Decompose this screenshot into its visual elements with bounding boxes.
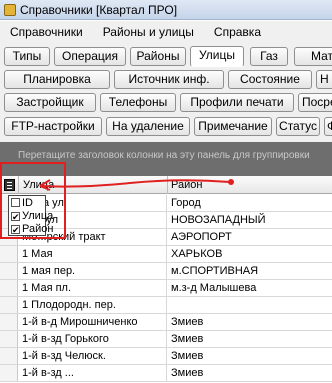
group-by-hint: Перетащите заголовок колонки на эту пане… xyxy=(18,150,310,161)
btn-intermediary-partial[interactable]: Посре xyxy=(298,93,332,112)
checkbox-district[interactable]: ✔ xyxy=(11,225,20,235)
district-cell: Змиев xyxy=(171,316,204,328)
district-cell: Змиев xyxy=(171,367,204,379)
column-header-district[interactable]: Район xyxy=(168,176,332,194)
street-cell: 1 мая пер. xyxy=(20,263,167,279)
grid-header: Улица Район xyxy=(0,176,332,194)
btn-info-source[interactable]: Источник инф. xyxy=(114,70,224,89)
street-cell: 1 Мая пл. xyxy=(20,280,167,296)
street-cell: 1 Плодородн. пер. xyxy=(20,297,167,313)
street-cell: 1-й в-зд Горького xyxy=(20,331,167,347)
district-cell: ХАРЬКОВ xyxy=(171,248,223,260)
column-option-street[interactable]: ✔ Улица xyxy=(11,210,53,223)
btn-f-partial[interactable]: Ф xyxy=(324,117,332,136)
table-row[interactable]: 1-й в-зд ... Змиев xyxy=(0,365,332,382)
btn-phones[interactable]: Телефоны xyxy=(100,93,176,112)
menu-spravochniki[interactable]: Справочники xyxy=(0,25,93,39)
btn-status[interactable]: Статус xyxy=(276,117,320,136)
btn-layout[interactable]: Планировка xyxy=(4,70,110,89)
streets-grid: Улица Район ...ова улГород ...на улНОВОЗ… xyxy=(0,176,332,383)
column-option-id[interactable]: ID xyxy=(11,197,33,210)
app-icon xyxy=(4,3,16,16)
district-cell: Змиев xyxy=(171,350,204,362)
tab-gas[interactable]: Газ xyxy=(250,47,288,66)
column-header-street[interactable]: Улица xyxy=(20,176,168,194)
street-cell: 1-й в-зд Челюск. xyxy=(20,348,167,364)
btn-n-partial[interactable]: Н xyxy=(316,70,332,89)
district-cell xyxy=(168,297,332,313)
btn-ftp-settings[interactable]: FTP-настройки xyxy=(4,117,102,136)
menu-bar: Справочники Районы и улицы Справка xyxy=(0,21,332,42)
district-cell: м.з-д Малышева xyxy=(171,282,257,294)
column-chooser-popup: ID ✔ Улица ✔ Район xyxy=(8,195,53,236)
table-row[interactable]: 1 Плодородн. пер. xyxy=(0,297,332,314)
menu-rayony-i-ulitsy[interactable]: Районы и улицы xyxy=(93,25,204,39)
checkbox-street[interactable]: ✔ xyxy=(11,212,20,222)
tab-material[interactable]: Мат xyxy=(294,47,332,66)
street-cell: 1 Мая xyxy=(20,246,167,262)
btn-developer[interactable]: Застройщик xyxy=(4,93,96,112)
table-row[interactable]: 1-й в-зд Челюск. Змиев xyxy=(0,348,332,365)
menu-spravka[interactable]: Справка xyxy=(204,25,271,39)
title-bar: Справочники [Квартал ПРО] xyxy=(0,0,332,20)
table-row[interactable]: 1 Мая ХАРЬКОВ xyxy=(0,246,332,263)
window-title: Справочники [Квартал ПРО] xyxy=(20,2,178,17)
group-by-panel[interactable]: Перетащите заголовок колонки на эту пане… xyxy=(0,142,332,176)
btn-print-profiles[interactable]: Профили печати xyxy=(180,93,294,112)
table-row[interactable]: 1-й в-д Мирошниченко Змиев xyxy=(0,314,332,331)
reference-buttons-panel: Типы Операция Районы Улицы Газ Мат Плани… xyxy=(0,42,332,142)
tab-types[interactable]: Типы xyxy=(4,47,50,66)
table-row[interactable]: 1-й в-зд Горького Змиев xyxy=(0,331,332,348)
district-cell: Город xyxy=(171,197,201,209)
street-cell: 1-й в-зд ... xyxy=(20,365,167,381)
column-option-district[interactable]: ✔ Район xyxy=(11,223,53,236)
district-cell: АЭРОПОРТ xyxy=(171,231,232,243)
btn-note[interactable]: Примечание xyxy=(194,117,272,136)
district-cell: м.СПОРТИВНАЯ xyxy=(171,265,259,277)
district-cell: НОВОЗАПАДНЫЙ xyxy=(171,214,266,226)
tab-operation[interactable]: Операция xyxy=(54,47,126,66)
district-cell: Змиев xyxy=(171,333,204,345)
table-row[interactable]: 1 Мая пл. м.з-д Малышева xyxy=(0,280,332,297)
tab-streets[interactable]: Улицы xyxy=(190,46,244,67)
tab-districts[interactable]: Районы xyxy=(130,47,186,66)
btn-for-deletion[interactable]: На удаление xyxy=(106,117,190,136)
column-chooser-cell[interactable] xyxy=(0,176,19,194)
table-row[interactable]: 1 мая пер. м.СПОРТИВНАЯ xyxy=(0,263,332,280)
column-chooser-icon[interactable] xyxy=(4,179,15,191)
street-cell: 1-й в-д Мирошниченко xyxy=(20,314,167,330)
btn-condition[interactable]: Состояние xyxy=(228,70,312,89)
checkbox-id[interactable] xyxy=(11,198,20,207)
